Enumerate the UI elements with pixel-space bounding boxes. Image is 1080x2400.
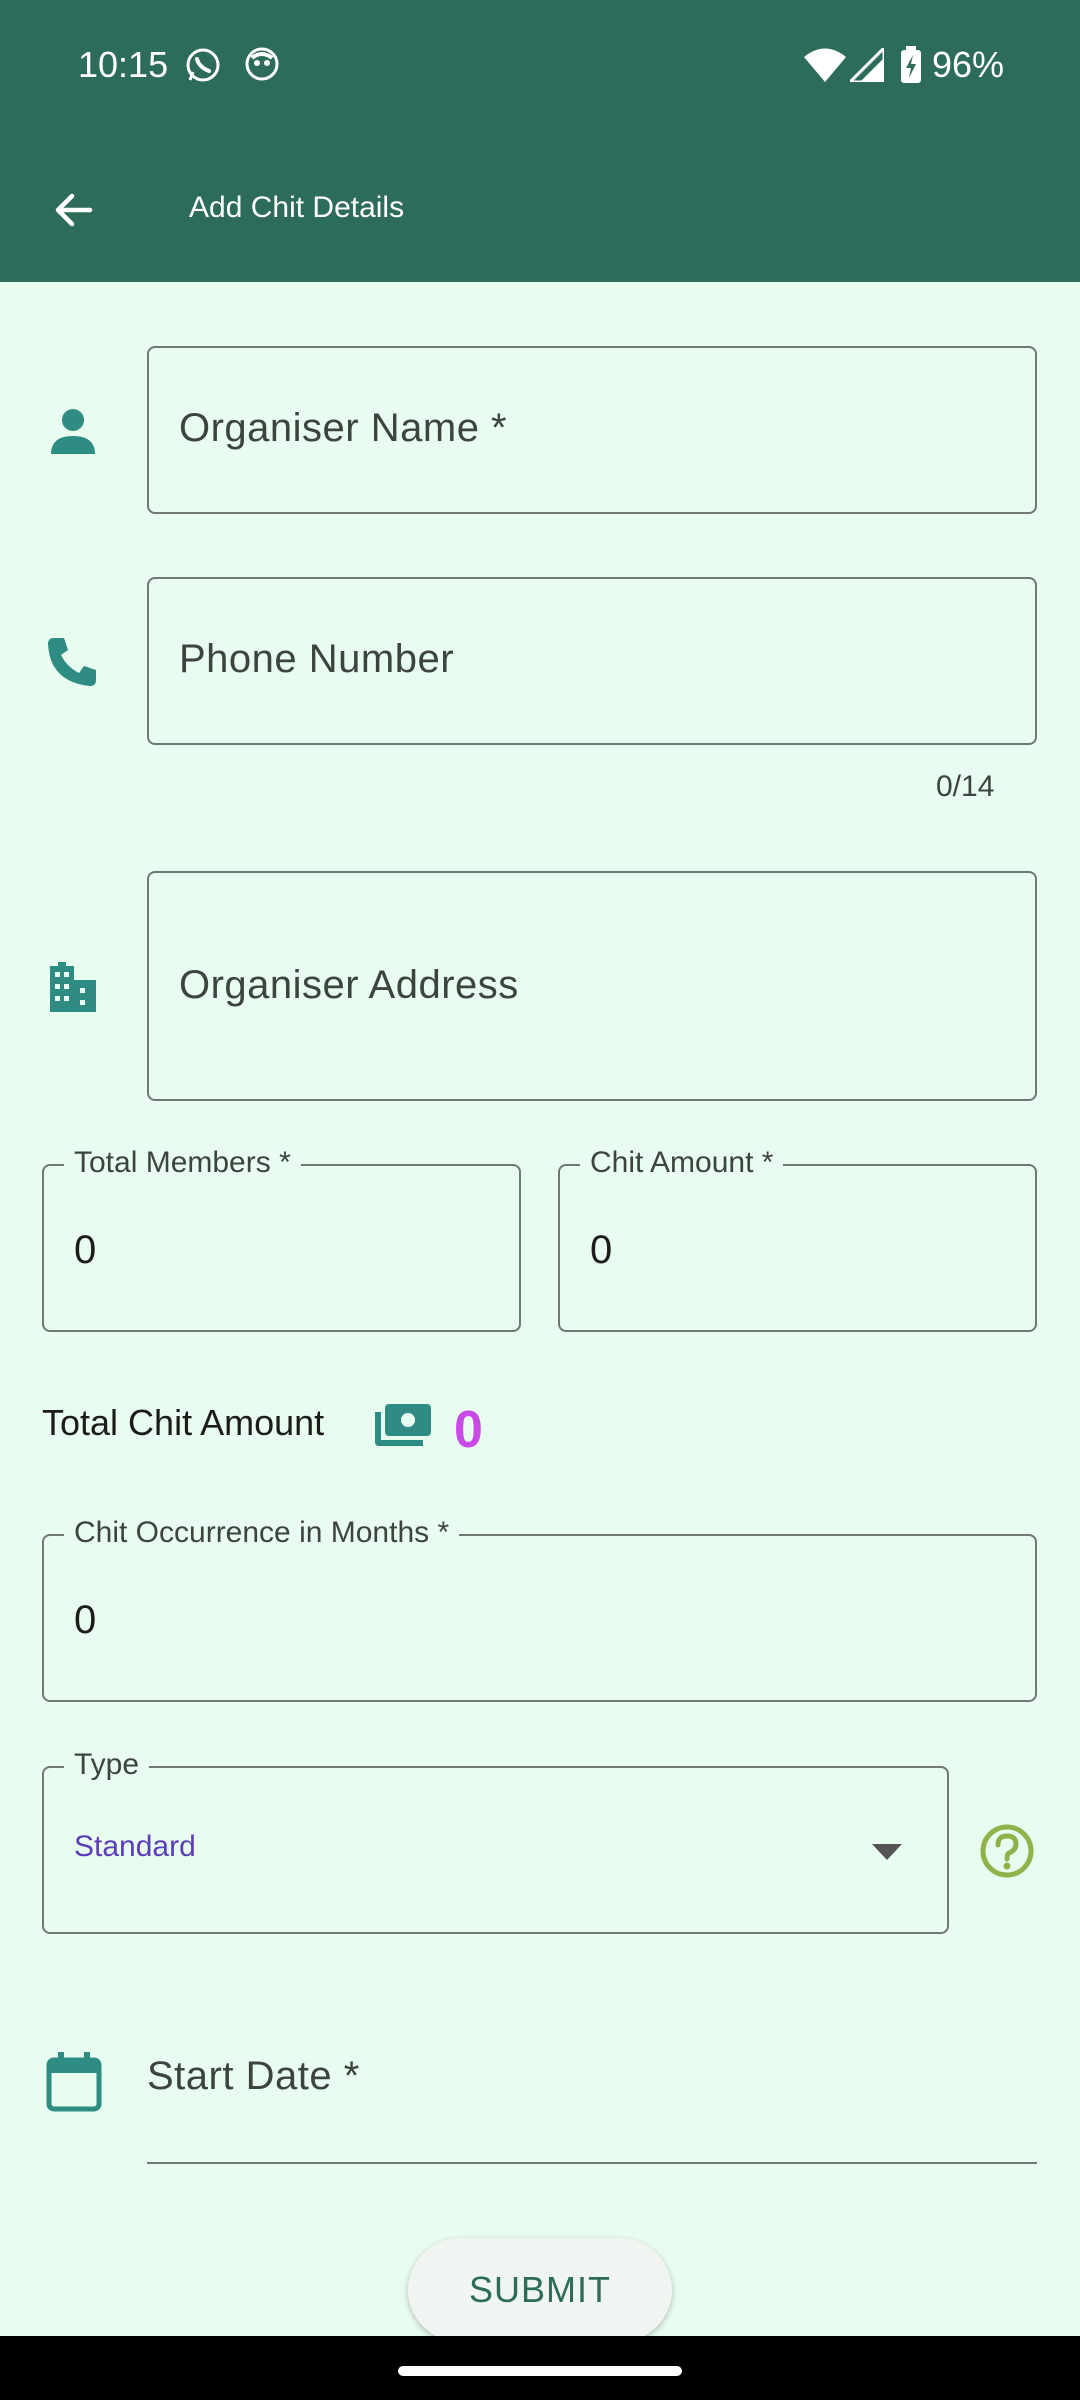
person-icon (48, 406, 98, 461)
status-time: 10:15 (78, 44, 169, 85)
notification-icon (244, 46, 280, 87)
back-button[interactable] (40, 180, 110, 240)
chit-amount-field[interactable]: Chit Amount * 0 (558, 1146, 1037, 1332)
money-icon (371, 1402, 433, 1455)
page-title: Add Chit Details (189, 191, 405, 224)
phone-number-placeholder: Phone Number (179, 637, 455, 681)
battery-charging-icon (900, 46, 922, 89)
help-circle-icon[interactable] (980, 1824, 1034, 1883)
signal-icon (846, 44, 886, 87)
type-selected-value: Standard (74, 1830, 196, 1863)
home-gesture-handle[interactable] (398, 2366, 682, 2376)
chit-amount-label: Chit Amount * (580, 1146, 784, 1180)
phone-icon (46, 634, 100, 693)
total-members-field[interactable]: Total Members * 0 (42, 1146, 521, 1332)
organiser-address-placeholder: Organiser Address (179, 963, 519, 1007)
whatsapp-icon (184, 46, 222, 89)
organiser-name-placeholder: Organiser Name * (179, 406, 508, 450)
app-bar: 10:15 96% Add Chit Details (0, 0, 1080, 282)
total-chit-amount-label: Total Chit Amount (42, 1402, 325, 1443)
phone-character-counter: 0/14 (936, 770, 995, 803)
type-label: Type (64, 1748, 150, 1782)
total-members-value: 0 (74, 1228, 97, 1272)
organiser-address-field[interactable]: Organiser Address (147, 871, 1037, 1101)
organiser-name-field[interactable]: Organiser Name * (147, 346, 1037, 514)
building-icon (48, 960, 98, 1017)
start-date-label: Start Date * (147, 2054, 360, 2098)
chit-occurrence-label: Chit Occurrence in Months * (64, 1516, 460, 1550)
start-date-underline (147, 2162, 1037, 2164)
type-dropdown[interactable]: Type Standard (42, 1748, 949, 1934)
submit-button[interactable]: SUBMIT (408, 2238, 672, 2342)
chit-occurrence-value: 0 (74, 1598, 97, 1642)
battery-percentage: 96% (932, 44, 1005, 85)
system-navigation-bar (0, 2336, 1080, 2400)
dropdown-arrow-icon (872, 1844, 902, 1867)
chit-occurrence-field[interactable]: Chit Occurrence in Months * 0 (42, 1516, 1037, 1702)
calendar-icon[interactable] (46, 2052, 102, 2117)
phone-number-field[interactable]: Phone Number (147, 577, 1037, 745)
chit-amount-value: 0 (590, 1228, 613, 1272)
total-members-label: Total Members * (64, 1146, 301, 1180)
wifi-icon (804, 48, 846, 87)
total-chit-amount-value: 0 (454, 1401, 483, 1459)
